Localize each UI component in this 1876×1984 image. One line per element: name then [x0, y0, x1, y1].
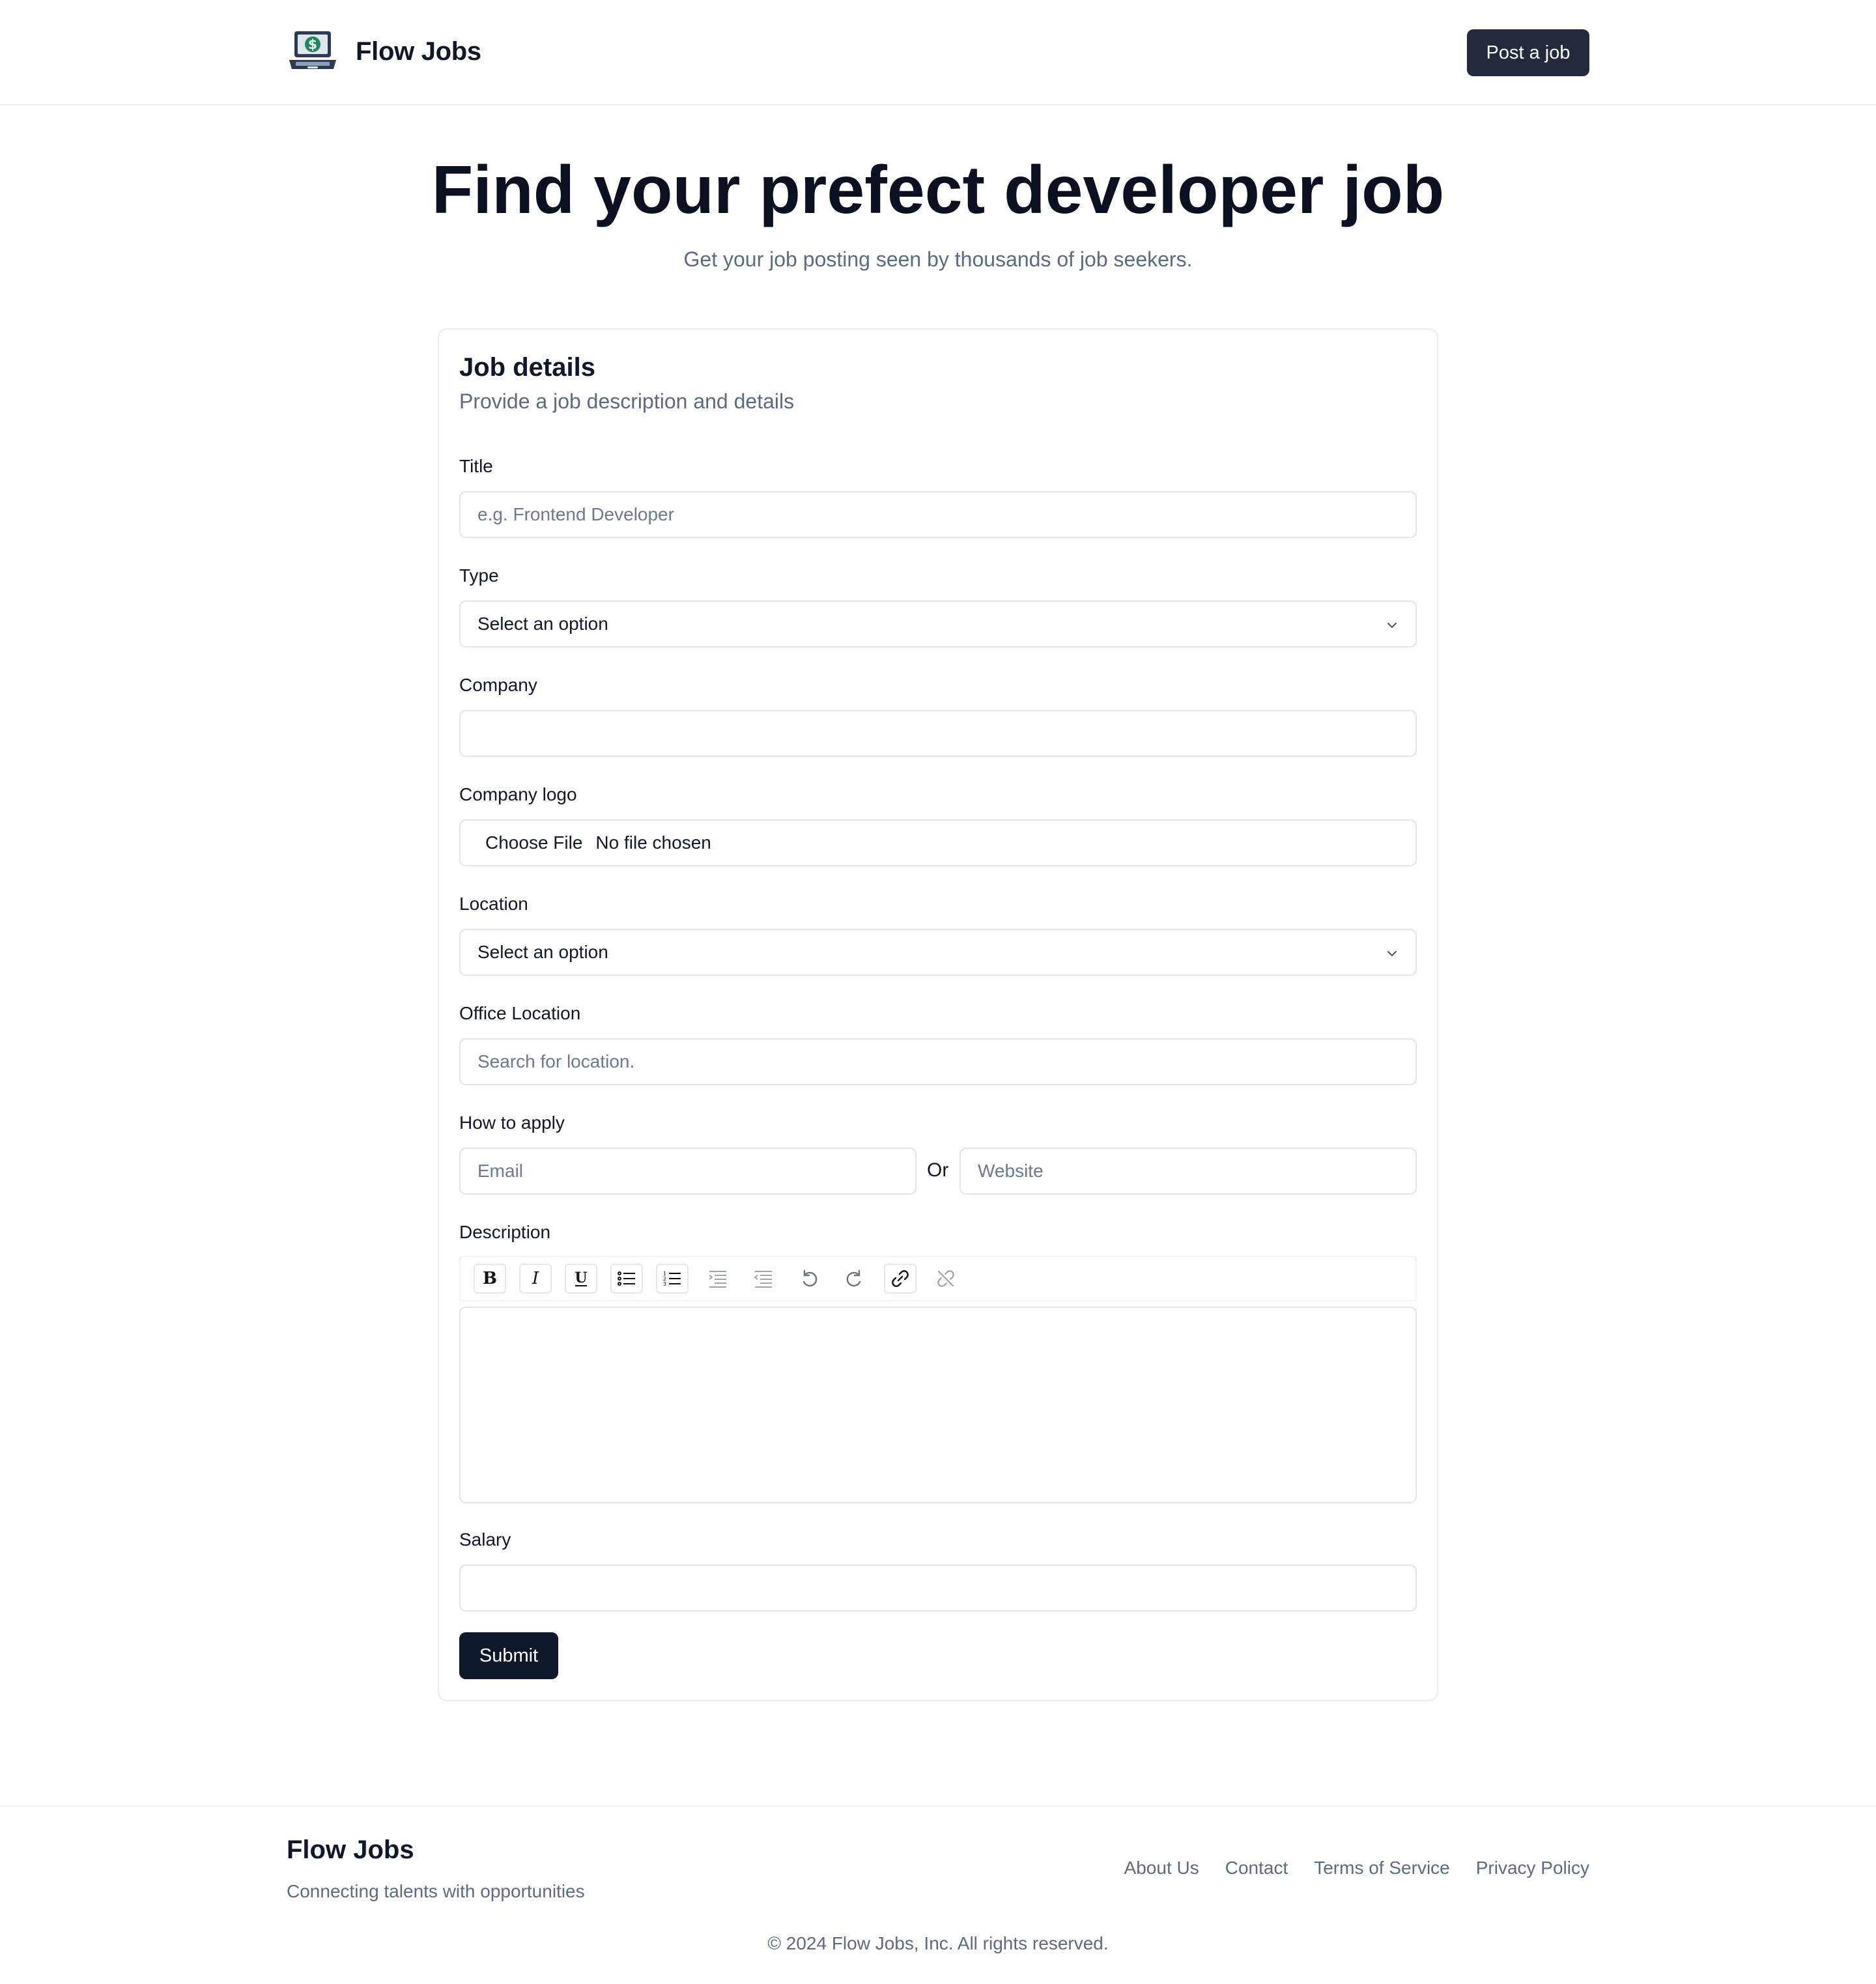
bold-icon[interactable]: B	[474, 1264, 506, 1294]
footer-link-contact[interactable]: Contact	[1225, 1858, 1288, 1878]
site-header	[0, 0, 1876, 106]
editor-toolbar: B I U 1 2 3	[459, 1256, 1417, 1301]
italic-icon[interactable]: I	[519, 1264, 552, 1294]
company-input[interactable]	[459, 710, 1417, 757]
svg-text:U: U	[575, 1269, 587, 1286]
footer-tagline: Connecting talents with opportunities	[287, 1881, 585, 1901]
card-title: Job details	[459, 353, 595, 382]
copyright: © 2024 Flow Jobs, Inc. All rights reserv…	[767, 1933, 1109, 1953]
link-icon[interactable]	[884, 1264, 917, 1294]
email-placeholder: Email	[477, 1161, 524, 1181]
unlink-icon[interactable]	[930, 1264, 962, 1294]
office-location-input[interactable]: Search for location.	[459, 1038, 1417, 1085]
numbered-list-icon[interactable]: 1 2 3	[656, 1264, 689, 1294]
brand[interactable]: $ Flow Jobs	[287, 29, 481, 74]
svg-text:3: 3	[663, 1281, 666, 1287]
indent-icon[interactable]	[702, 1264, 734, 1294]
laptop-dollar-icon: $	[289, 31, 336, 69]
site-footer	[0, 1806, 1876, 1984]
bullet-list-icon[interactable]	[610, 1264, 643, 1294]
underline-icon[interactable]: U	[565, 1264, 597, 1294]
description-label: Description	[459, 1222, 551, 1242]
chevron-down-icon	[1387, 623, 1397, 628]
type-label: Type	[459, 565, 499, 586]
choose-file-button[interactable]: Choose File	[485, 832, 582, 853]
svg-text:$: $	[308, 36, 317, 52]
post-job-button[interactable]: Post a job	[1467, 29, 1589, 76]
office-location-label: Office Location	[459, 1003, 581, 1023]
office-location-placeholder: Search for location.	[477, 1051, 635, 1071]
how-to-apply-label: How to apply	[459, 1112, 565, 1133]
website-input[interactable]: Website	[959, 1148, 1417, 1195]
type-select[interactable]: Select an option	[459, 601, 1417, 647]
chevron-down-icon	[1387, 951, 1397, 956]
description-editor[interactable]	[459, 1307, 1417, 1503]
footer-brand[interactable]: Flow Jobs	[287, 1835, 414, 1865]
or-separator: Or	[927, 1159, 949, 1181]
salary-label: Salary	[459, 1529, 511, 1550]
footer-link-privacy[interactable]: Privacy Policy	[1476, 1858, 1589, 1878]
svg-text:B: B	[483, 1269, 497, 1288]
hero-title: Find your prefect developer job	[431, 152, 1445, 228]
location-selected-value: Select an option	[477, 942, 608, 962]
location-select[interactable]: Select an option	[459, 929, 1417, 976]
title-input[interactable]: e.g. Frontend Developer	[459, 491, 1417, 538]
brand-name: Flow Jobs	[356, 36, 481, 66]
title-label: Title	[459, 456, 493, 476]
email-input[interactable]: Email	[459, 1148, 917, 1195]
card-subtitle: Provide a job description and details	[459, 390, 795, 413]
company-label: Company	[459, 675, 537, 695]
type-selected-value: Select an option	[477, 614, 608, 634]
footer-link-terms[interactable]: Terms of Service	[1314, 1858, 1450, 1878]
location-label: Location	[459, 894, 528, 914]
outdent-icon[interactable]	[747, 1264, 780, 1294]
undo-icon[interactable]	[793, 1264, 825, 1294]
footer-link-about-us[interactable]: About Us	[1124, 1858, 1199, 1878]
hero-subtitle: Get your job posting seen by thousands o…	[683, 248, 1193, 271]
redo-icon[interactable]	[838, 1264, 871, 1294]
website-placeholder: Website	[978, 1161, 1044, 1181]
svg-text:I: I	[532, 1269, 539, 1288]
salary-input[interactable]	[459, 1565, 1417, 1611]
file-status: No file chosen	[595, 832, 711, 853]
footer-links: About Us Contact Terms of Service Privac…	[1098, 1858, 1589, 1878]
company-logo-label: Company logo	[459, 784, 577, 804]
submit-button[interactable]: Submit	[459, 1632, 558, 1679]
title-placeholder: e.g. Frontend Developer	[477, 504, 674, 524]
company-logo-file-input[interactable]: Choose File No file chosen	[459, 819, 1417, 866]
